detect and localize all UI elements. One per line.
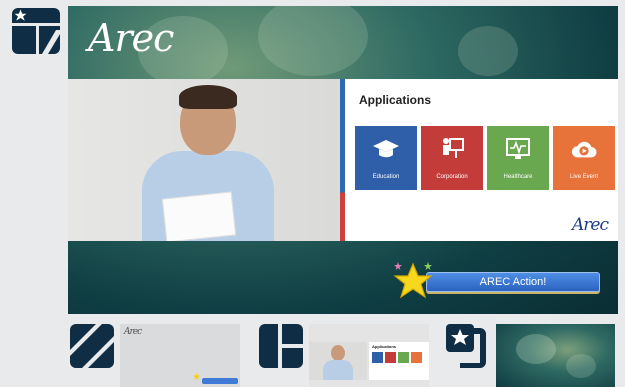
thumbnail-logo: Arec <box>124 327 142 337</box>
presenter-video <box>68 79 340 241</box>
layout-thumbnail-3[interactable] <box>496 324 615 387</box>
thumbnail-action-pill <box>202 378 238 384</box>
cloud-play-icon <box>571 136 597 162</box>
slide-title: Applications <box>359 93 432 107</box>
arec-logo: Arec <box>88 16 174 60</box>
layout-star-split-icon[interactable] <box>12 8 60 54</box>
layout-star-bracket-icon[interactable] <box>446 324 490 368</box>
presentation-slide: Applications Education Corporation Healt… <box>345 79 618 241</box>
layout-split-columns-icon[interactable] <box>259 324 303 368</box>
application-tiles: Education Corporation Healthcare Live Ev… <box>355 126 615 190</box>
graduation-cap-icon <box>373 136 399 162</box>
thumbnail-star-icon: ★ <box>192 372 201 383</box>
content-frame: Applications Education Corporation Healt… <box>68 79 618 241</box>
layout-thumbnail-1[interactable]: Arec ★ <box>120 324 240 387</box>
action-banner: AREC Action! <box>390 262 604 299</box>
tile-corporation: Corporation <box>421 126 483 190</box>
presentation-board-icon <box>439 136 465 162</box>
thumbnail-presenter <box>309 342 367 380</box>
star-icon <box>393 262 433 299</box>
slide-arec-logo: Arec <box>572 215 609 235</box>
thumbnail-slide: Applications <box>369 342 429 380</box>
layout-editor: Arec Applications Education Corporation … <box>0 0 625 387</box>
tile-live-event: Live Event <box>553 126 615 190</box>
heart-monitor-icon <box>505 136 531 162</box>
tile-education: Education <box>355 126 417 190</box>
layout-diagonal-stripes-icon[interactable] <box>70 324 114 368</box>
tile-healthcare: Healthcare <box>487 126 549 190</box>
layout-thumbnail-2[interactable]: Applications <box>309 324 429 387</box>
action-label: AREC Action! <box>479 276 547 288</box>
main-preview[interactable]: Arec Applications Education Corporation … <box>68 6 618 314</box>
